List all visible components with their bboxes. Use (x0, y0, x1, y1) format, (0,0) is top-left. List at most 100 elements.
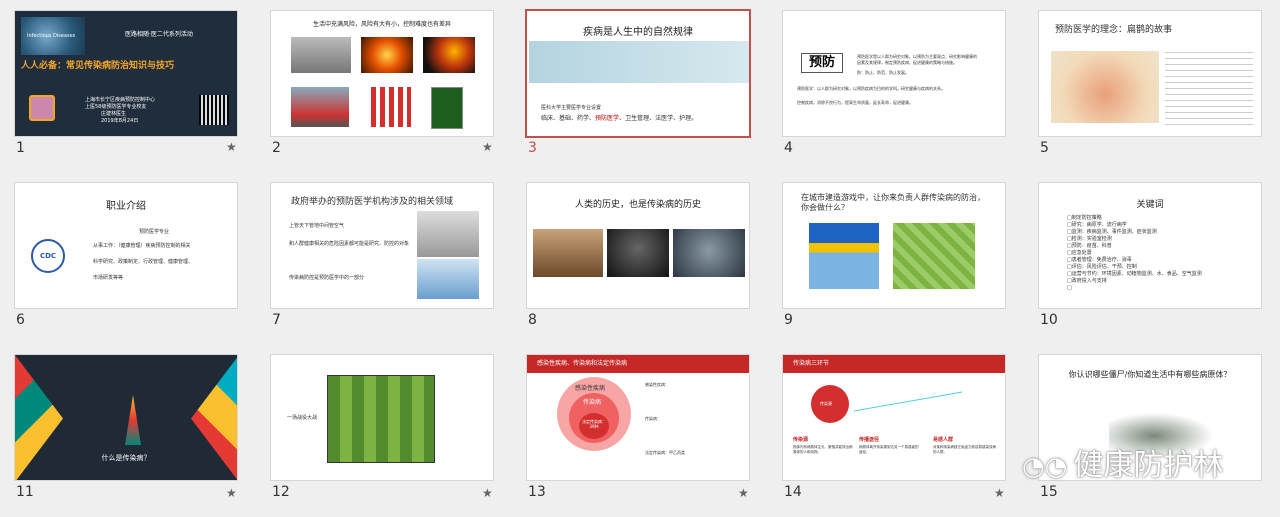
text-line: 预防医学：以人群为研究对象，以预防疾病为目的的学科。研究健康与疾病的关系。 (797, 86, 945, 91)
animation-star-icon[interactable]: ★ (226, 486, 237, 500)
story-text-block (1165, 47, 1253, 127)
triangle-pattern-center (125, 395, 141, 445)
field-basic: 基础、 (559, 115, 578, 122)
slide-title: 人人必备：常见传染病防治知识与技巧 (21, 61, 175, 71)
major-label: 预防医学专业 (139, 229, 170, 235)
keyword-item: □政府投入与支持 (1067, 278, 1107, 284)
slide-title: 职业介绍 (106, 201, 146, 212)
bullet-2: 和人群健康相关的危险因素都可能是研究、防控的对象 (289, 241, 410, 247)
slide-title: 你认识哪些僵尸/你知道生活中有哪些病原体？ (1068, 370, 1232, 379)
animation-star-icon[interactable]: ★ (994, 486, 1005, 500)
cdc-logo: CDC (31, 239, 65, 273)
slide-title: 关键词 (1136, 200, 1164, 210)
plants-vs-zombies-image (327, 375, 435, 463)
animation-star-icon[interactable]: ★ (226, 140, 237, 154)
slide-header-bar: 感染性疾病、传染病和法定传染病 (527, 355, 749, 373)
slide-number-15: 15 (1040, 484, 1058, 500)
slide-thumbnail-12[interactable]: 一场战役大战 (270, 354, 494, 481)
keyword-item: □评估：风险评估、干预、控制 (1067, 264, 1137, 270)
note-text: 传染病： (645, 416, 661, 421)
slide-number-5: 5 (1040, 140, 1049, 156)
text-line: 控制疾病，消除不良行为，提高生命质量，延长寿命，促进健康。 (797, 100, 913, 105)
keyword-item: □应急处置 (1067, 250, 1092, 256)
keyword-item: □预防：疫苗、科普 (1067, 243, 1112, 249)
animation-star-icon[interactable]: ★ (482, 486, 493, 500)
keyword-item: □制定防控策略 (1067, 215, 1102, 221)
field-preventive: 预防医学、 (595, 115, 626, 122)
slide-thumbnail-9[interactable]: 在城市建造游戏中，让你来负责人群传染病的防治，你会做什么？ (782, 182, 1006, 309)
slide-thumbnail-5[interactable]: 预防医学的理念：扁鹊的故事 (1038, 10, 1262, 137)
fire-image (361, 37, 413, 73)
plague-painting (533, 229, 603, 277)
spread-line (853, 391, 963, 412)
slide-number-13: 13 (528, 484, 546, 500)
slide-number-6: 6 (16, 312, 25, 328)
lab-worker-image (417, 259, 479, 299)
column-heading: 传染源 (793, 437, 809, 443)
slide-title: 政府举办的预防医学机构涉及的相关领域 (291, 197, 454, 207)
slide-number-9: 9 (784, 312, 793, 328)
slide-thumbnail-7[interactable]: 政府举办的预防医学机构涉及的相关领域 上管天下管地中间管空气 和人群健康相关的危… (270, 182, 494, 309)
slide-number-12: 12 (272, 484, 290, 500)
slide-thumbnail-13[interactable]: 感染性疾病、传染病和法定传染病 感染性疾病 传染病 法定传染病：39种 感染性疾… (526, 354, 750, 481)
fire-hydrant-box-image (431, 87, 463, 129)
slide-header-bar: 传染病三环节 (783, 355, 1005, 373)
keyword-item: □监测：疾病监测、事件监测、症状监测 (1067, 229, 1157, 235)
keyword-list: □制定防控策略 □研究：病原学、流行病学 □监测：疾病监测、事件监测、症状监测 … (1067, 215, 1202, 292)
note-text: 感染性疾病： (645, 382, 669, 387)
match-image (423, 37, 475, 73)
slide-thumbnail-14[interactable]: 传染病三环节 传染源 传染源 指体内有病原体生长、繁殖并能排出病原体的人和动物。… (782, 354, 1006, 481)
slide-number-11: 11 (16, 484, 34, 500)
fire-building-image (291, 37, 351, 73)
date-label: 2019年8月24日 (101, 118, 139, 124)
slide-thumbnail-1[interactable]: Infectious Diseases 医路相随·医二代系列活动 人人必备：常见… (14, 10, 238, 137)
animation-star-icon[interactable]: ★ (482, 140, 493, 154)
field-clinical: 临床、 (541, 115, 560, 122)
slide-thumbnail-2[interactable]: 生活中充满风险，风险有大有小，控制难度也有差异 (270, 10, 494, 137)
slide-number-14: 14 (784, 484, 802, 500)
slide-caption: 一场战役大战 (287, 415, 318, 421)
text-line: 科学研究、政策制定、行政管理、健康管理、 (93, 259, 194, 265)
slide-number-8: 8 (528, 312, 537, 328)
slide-number-7: 7 (272, 312, 281, 328)
fields-list: 临床、基础、药学、预防医学、卫生管理、法医学、护理。 (541, 115, 697, 122)
school-label: 上医58级预防医学专业校友 (85, 104, 147, 110)
bullet-3: 传染病防控是预防医学中的一部分 (289, 275, 365, 281)
slide-thumbnail-4[interactable]: 预防 预防医学是以人群为研究对象，以预防为主要观点，研究影响健康的 因素及其规律… (782, 10, 1006, 137)
field-health-mgmt: 卫生管理、 (625, 115, 656, 122)
keyword-item: □检测：实验室检测 (1067, 236, 1112, 242)
column-text: 病原体离开传染源到达另一个易感者的途径。 (859, 445, 919, 454)
circle-middle-label: 传染病 (583, 399, 602, 406)
bianque-painting (1051, 51, 1159, 123)
slide-title: 预防医学的理念：扁鹊的故事 (1055, 25, 1173, 35)
slide-header-text: 传染病三环节 (793, 360, 830, 367)
slide-thumbnail-10[interactable]: 关键词 □制定防控策略 □研究：病原学、流行病学 □监测：疾病监测、事件监测、症… (1038, 182, 1262, 309)
column-heading: 易感人群 (933, 437, 954, 443)
slide-thumbnail-6[interactable]: 职业介绍 预防医学专业 CDC 从事工作：（健康管理）疾病预防控制的相关 科学研… (14, 182, 238, 309)
activity-label: 医路相随·医二代系列活动 (125, 31, 193, 38)
slide-thumbnail-11[interactable]: 什么是传染病？ (14, 354, 238, 481)
slide-thumbnail-3[interactable]: 疾病是人生中的自然规律 医科大学主要医学专业设置 临床、基础、药学、预防医学、卫… (525, 9, 751, 138)
subtitle: 医科大学主要医学专业设置 (541, 105, 602, 111)
evolution-image (529, 41, 749, 83)
text-line: 防：防止、防范、防止发展。 (857, 70, 909, 75)
keyword-box: 预防 (801, 53, 843, 73)
column-text: 指体内有病原体生长、繁殖并能排出病原体的人和动物。 (793, 445, 853, 454)
keyword-item: □ (1067, 285, 1072, 291)
slide-title: 生活中充满风险，风险有大有小，控制难度也有差异 (312, 21, 451, 28)
plague-doctor-image (607, 229, 669, 277)
slide-number-3: 3 (528, 140, 537, 156)
column-text: 对某种传染病缺乏免疫力而容易感染该病的人群。 (933, 445, 996, 454)
wechat-icon: ◔◔ (1022, 452, 1068, 482)
field-pharmacy: 药学、 (577, 115, 596, 122)
slide-title: 什么是传染病？ (101, 454, 151, 462)
note-text: 法定传染病：甲乙丙类 (645, 450, 685, 455)
animation-star-icon[interactable]: ★ (738, 486, 749, 500)
cdc-logo (29, 95, 55, 121)
text-line: 市场研发等等 (93, 275, 124, 281)
gas-mask-image (673, 229, 745, 277)
bullet-1: 上管天下管地中间管空气 (289, 223, 345, 229)
slide-thumbnail-8[interactable]: 人类的历史，也是传染病的历史 (526, 182, 750, 309)
qr-code (199, 95, 229, 125)
slide-header-text: 感染性疾病、传染病和法定传染病 (537, 360, 628, 367)
